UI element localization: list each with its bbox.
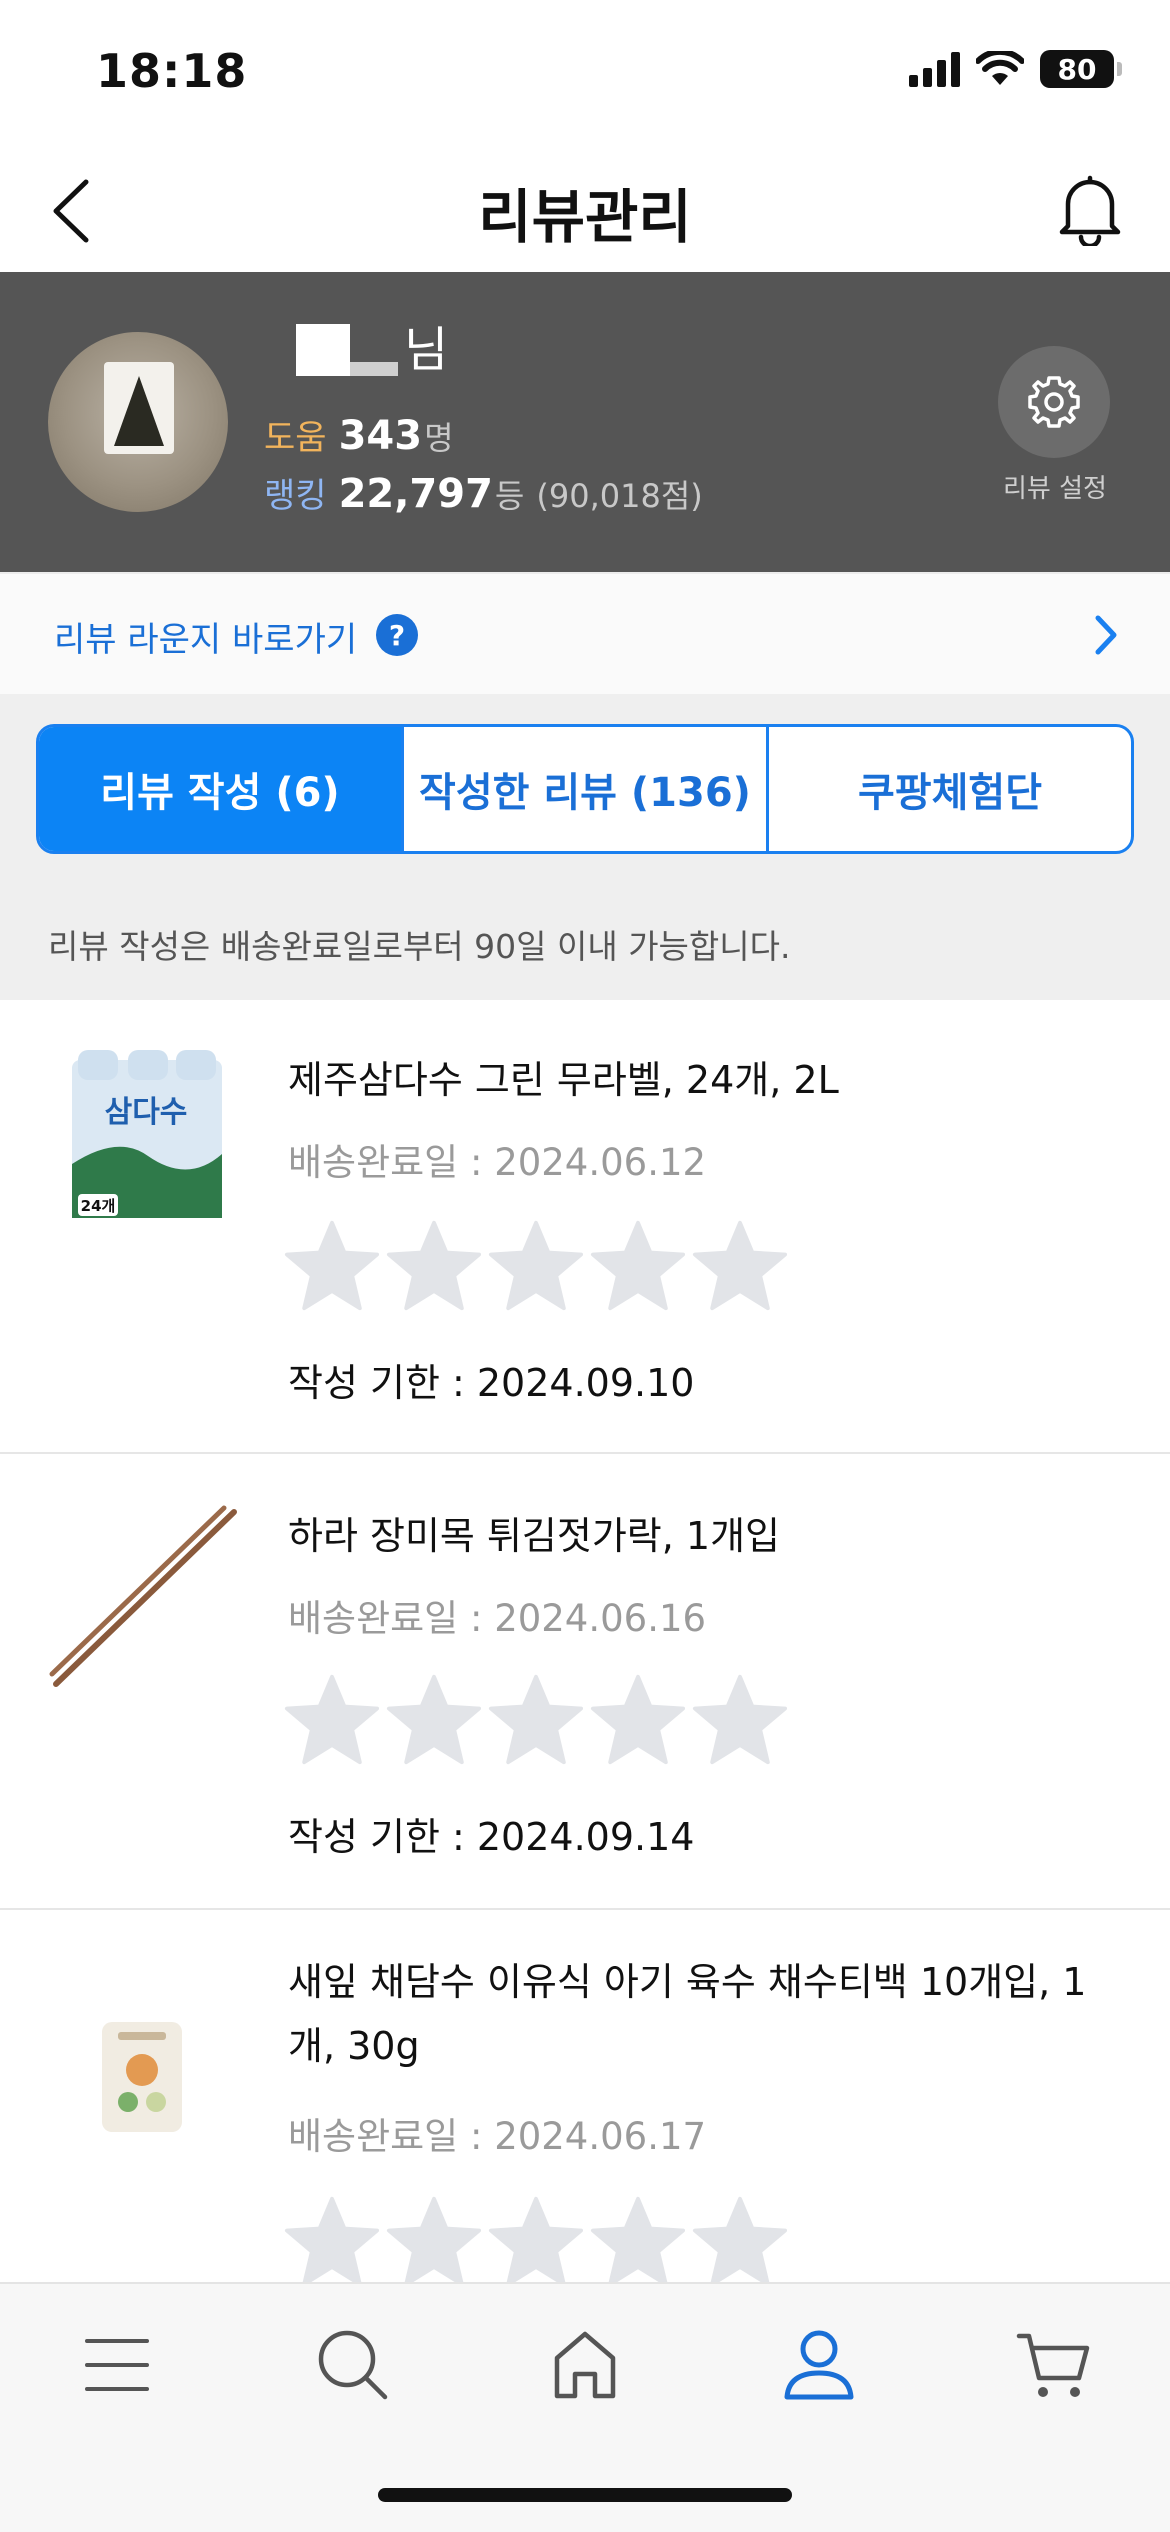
star-icon[interactable] <box>284 1218 380 1314</box>
help-icon[interactable]: ? <box>376 614 418 656</box>
delivery-date: 배송완료일 : 2024.06.17 <box>288 2115 707 2158</box>
star-rating[interactable] <box>284 2194 788 2290</box>
rank-points: (90,018점) <box>536 477 703 515</box>
rank-value: 22,797 <box>338 471 493 517</box>
review-settings-button[interactable] <box>998 346 1110 458</box>
name-suffix: 님 <box>404 322 449 378</box>
star-icon[interactable] <box>488 1218 584 1314</box>
search-icon <box>318 2330 388 2400</box>
star-icon[interactable] <box>284 2194 380 2290</box>
status-icons: 80 <box>909 50 1122 88</box>
star-icon[interactable] <box>692 2194 788 2290</box>
product-name: 새잎 채담수 이유식 아기 육수 채수티백 10개입, 1개, 30g <box>288 1960 1087 2068</box>
review-deadline: 작성 기한 : 2024.09.10 <box>288 1361 695 1405</box>
notification-button[interactable] <box>1054 170 1126 249</box>
nav-my-page[interactable] <box>774 2320 864 2410</box>
thumb-count-badge: 24개 <box>81 1197 116 1215</box>
star-icon[interactable] <box>284 1672 380 1768</box>
nav-cart[interactable] <box>1008 2320 1098 2410</box>
star-icon[interactable] <box>590 1672 686 1768</box>
bell-icon <box>1059 175 1121 249</box>
product-thumbnail <box>48 1998 244 2194</box>
star-icon[interactable] <box>386 1672 482 1768</box>
home-icon <box>554 2331 616 2399</box>
rank-label: 랭킹 <box>264 476 327 516</box>
star-icon[interactable] <box>488 1672 584 1768</box>
user-name: 님 <box>296 324 448 376</box>
review-lounge-link[interactable]: 리뷰 라운지 바로가기 ? <box>0 572 1170 694</box>
tabs-area: 리뷰 작성 (6) 작성한 리뷰 (136) 쿠팡체험단 리뷰 작성은 배송완료… <box>0 694 1170 1000</box>
review-tabs: 리뷰 작성 (6) 작성한 리뷰 (136) 쿠팡체험단 <box>36 724 1134 854</box>
tab-experience-group[interactable]: 쿠팡체험단 <box>766 727 1131 851</box>
app-header: 리뷰관리 <box>0 140 1170 272</box>
gear-icon <box>1028 376 1080 428</box>
tab-written-reviews[interactable]: 작성한 리뷰 (136) <box>401 727 766 851</box>
status-bar: 18:18 80 <box>0 0 1170 140</box>
star-icon[interactable] <box>692 1218 788 1314</box>
review-lounge-label: 리뷰 라운지 바로가기 <box>54 620 358 660</box>
product-name: 하라 장미목 튀김젓가락, 1개입 <box>288 1514 781 1558</box>
name-redaction <box>350 362 398 376</box>
help-value: 343 <box>338 413 423 459</box>
star-rating[interactable] <box>284 1218 788 1314</box>
product-item[interactable]: 삼다수 24개 제주삼다수 그린 무라벨, 24개, 2L 배송완료일 : 20… <box>0 1000 1170 1454</box>
help-unit: 명 <box>424 419 454 457</box>
profile-icon <box>784 2330 854 2400</box>
star-icon[interactable] <box>692 1672 788 1768</box>
nav-home[interactable] <box>540 2320 630 2410</box>
product-thumbnail <box>48 1504 244 1700</box>
cellular-signal-icon <box>909 51 960 87</box>
review-deadline: 작성 기한 : 2024.09.14 <box>288 1815 695 1859</box>
cart-icon <box>1016 2333 1090 2397</box>
avatar[interactable] <box>48 332 228 512</box>
star-icon[interactable] <box>590 1218 686 1314</box>
name-redaction <box>296 324 350 376</box>
home-indicator <box>378 2488 792 2502</box>
status-time: 18:18 <box>96 44 248 98</box>
product-name: 제주삼다수 그린 무라벨, 24개, 2L <box>288 1058 839 1102</box>
star-icon[interactable] <box>386 1218 482 1314</box>
tab-write-review[interactable]: 리뷰 작성 (6) <box>39 727 401 851</box>
rank-stat: 랭킹 22,797 등 (90,018점) <box>264 468 703 517</box>
help-stat: 도움 343 명 <box>264 410 454 459</box>
review-settings-label: 리뷰 설정 <box>1003 474 1107 504</box>
rank-unit: 등 <box>494 477 525 515</box>
star-icon[interactable] <box>386 2194 482 2290</box>
nav-search[interactable] <box>308 2320 398 2410</box>
delivery-date: 배송완료일 : 2024.06.12 <box>288 1141 707 1184</box>
battery-icon: 80 <box>1040 50 1122 88</box>
star-icon[interactable] <box>590 2194 686 2290</box>
help-label: 도움 <box>264 418 327 458</box>
product-item[interactable]: 새잎 채담수 이유식 아기 육수 채수티백 10개입, 1개, 30g 배송완료… <box>0 1910 1170 2290</box>
nav-menu[interactable] <box>72 2320 162 2410</box>
star-rating[interactable] <box>284 1672 788 1768</box>
chevron-right-icon <box>1095 615 1117 655</box>
menu-icon <box>85 2339 149 2391</box>
thumb-brand-text: 삼다수 <box>105 1095 188 1130</box>
profile-panel: 님 도움 343 명 랭킹 22,797 등 (90,018점) 리뷰 설정 <box>0 272 1170 572</box>
star-icon[interactable] <box>488 2194 584 2290</box>
delivery-date: 배송완료일 : 2024.06.16 <box>288 1597 707 1640</box>
page-title: 리뷰관리 <box>478 183 692 251</box>
product-item[interactable]: 하라 장미목 튀김젓가락, 1개입 배송완료일 : 2024.06.16 작성 … <box>0 1454 1170 1910</box>
wifi-icon <box>976 51 1024 85</box>
product-thumbnail: 삼다수 24개 <box>48 1044 244 1240</box>
review-notice: 리뷰 작성은 배송완료일로부터 90일 이내 가능합니다. <box>48 927 791 966</box>
